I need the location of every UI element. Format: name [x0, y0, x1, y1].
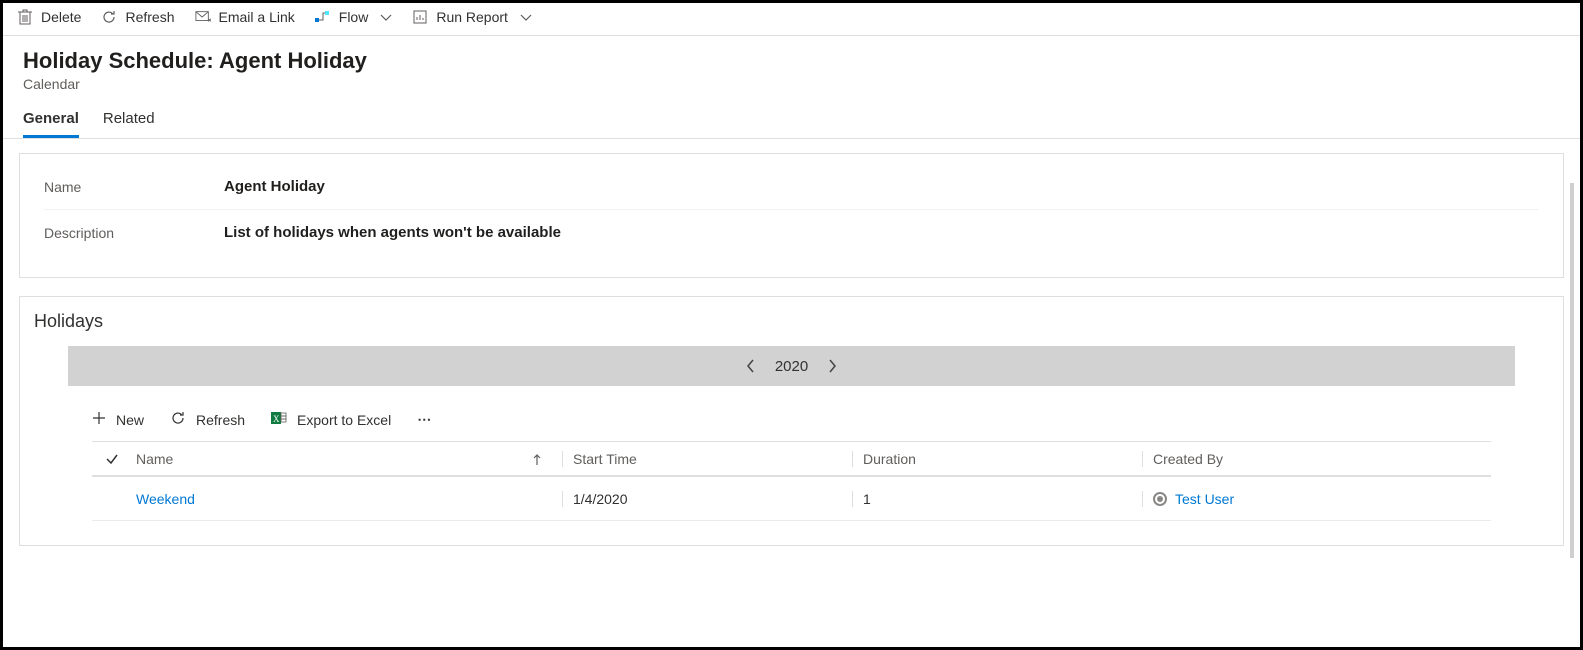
prev-year-button[interactable]	[745, 358, 757, 374]
year-value: 2020	[775, 358, 808, 375]
email-link-label: Email a Link	[219, 9, 295, 25]
refresh-button[interactable]: Refresh	[101, 9, 174, 25]
name-label: Name	[44, 179, 224, 195]
report-icon	[412, 9, 428, 25]
new-button[interactable]: New	[92, 411, 144, 428]
subgrid-title: Holidays	[28, 305, 1555, 346]
column-header-name[interactable]: Name	[132, 451, 562, 467]
holiday-name-link[interactable]: Weekend	[136, 491, 195, 507]
delete-button[interactable]: Delete	[17, 9, 81, 25]
mail-icon	[195, 9, 211, 25]
refresh-label: Refresh	[125, 9, 174, 25]
page-title: Holiday Schedule: Agent Holiday	[23, 48, 1560, 74]
field-row-name: Name Agent Holiday	[44, 164, 1539, 210]
created-by-name: Test User	[1175, 491, 1234, 507]
description-label: Description	[44, 225, 224, 241]
next-year-button[interactable]	[826, 358, 838, 374]
command-bar: Delete Refresh Email a Link Flow	[3, 3, 1580, 36]
description-value[interactable]: List of holidays when agents won't be av…	[224, 224, 561, 241]
delete-label: Delete	[41, 9, 81, 25]
export-label: Export to Excel	[297, 412, 391, 428]
chevron-down-icon	[520, 9, 532, 25]
refresh-icon	[170, 410, 186, 429]
plus-icon	[92, 411, 106, 428]
holidays-table: Name Start Time Duration Created By Week…	[92, 441, 1491, 521]
run-report-button[interactable]: Run Report	[412, 9, 532, 25]
email-link-button[interactable]: Email a Link	[195, 9, 295, 25]
scrollbar[interactable]	[1570, 183, 1574, 558]
trash-icon	[17, 9, 33, 25]
subgrid-toolbar: New Refresh X Export to Excel ⋯	[28, 406, 1555, 441]
holiday-duration-value: 1	[852, 491, 1142, 507]
content-area: Name Agent Holiday Description List of h…	[3, 139, 1580, 578]
sort-ascending-icon	[532, 453, 542, 469]
name-value[interactable]: Agent Holiday	[224, 178, 325, 195]
year-selector: 2020	[68, 346, 1515, 386]
field-row-description: Description List of holidays when agents…	[44, 210, 1539, 255]
flow-icon	[315, 9, 331, 25]
select-all-checkbox[interactable]	[92, 452, 132, 466]
refresh-icon	[101, 9, 117, 25]
tab-related[interactable]: Related	[103, 110, 155, 138]
subgrid-refresh-button[interactable]: Refresh	[170, 410, 245, 429]
excel-icon: X	[271, 410, 287, 429]
run-report-label: Run Report	[436, 9, 508, 25]
table-header: Name Start Time Duration Created By	[92, 441, 1491, 477]
new-label: New	[116, 412, 144, 428]
column-header-createdby[interactable]: Created By	[1142, 451, 1491, 467]
column-header-duration[interactable]: Duration	[852, 451, 1142, 467]
subgrid-refresh-label: Refresh	[196, 412, 245, 428]
flow-label: Flow	[339, 9, 369, 25]
page-subtitle: Calendar	[23, 76, 1560, 92]
details-card: Name Agent Holiday Description List of h…	[19, 153, 1564, 278]
tab-general[interactable]: General	[23, 110, 79, 138]
tabs: General Related	[3, 92, 1580, 139]
holidays-subgrid: Holidays 2020 New	[19, 296, 1564, 546]
column-header-start[interactable]: Start Time	[562, 451, 852, 467]
page-header: Holiday Schedule: Agent Holiday Calendar	[3, 36, 1580, 92]
chevron-down-icon	[380, 9, 392, 25]
created-by-user-link[interactable]: Test User	[1153, 491, 1491, 507]
export-excel-button[interactable]: X Export to Excel	[271, 410, 391, 429]
holiday-start-value: 1/4/2020	[562, 491, 852, 507]
svg-text:X: X	[273, 414, 280, 424]
table-row[interactable]: Weekend 1/4/2020 1 Test User	[92, 477, 1491, 521]
flow-button[interactable]: Flow	[315, 9, 393, 25]
user-presence-icon	[1153, 492, 1167, 506]
more-commands-button[interactable]: ⋯	[417, 411, 433, 428]
